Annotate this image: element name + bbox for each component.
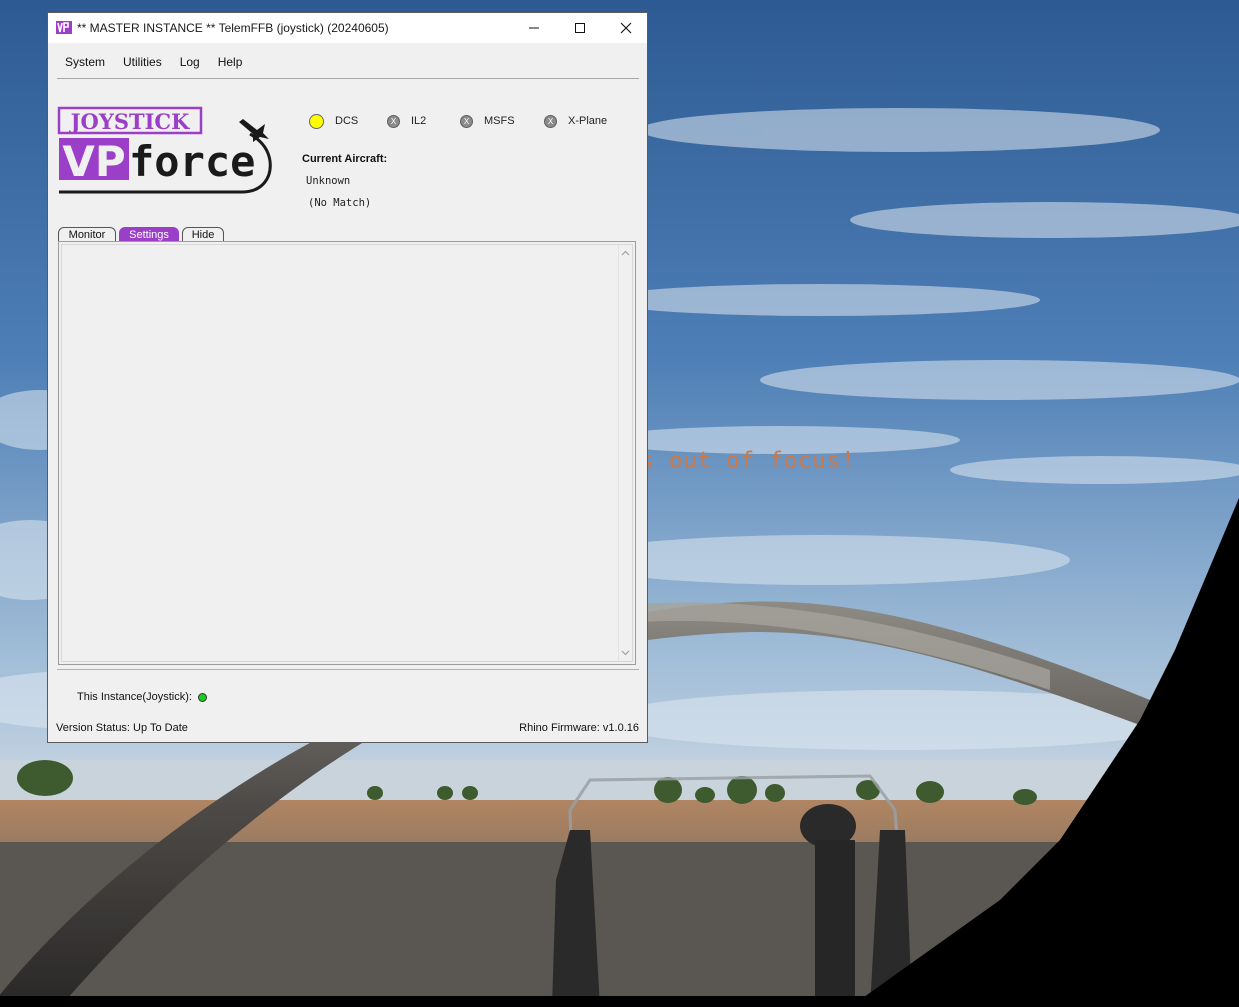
menu-bar: System Utilities Log Help bbox=[56, 51, 251, 75]
sim-xplane: X X-Plane bbox=[544, 111, 607, 131]
sim-il2: X IL2 bbox=[387, 111, 426, 131]
sim-dcs-label: DCS bbox=[335, 115, 359, 127]
sim-il2-label: IL2 bbox=[411, 115, 427, 127]
current-aircraft-label: Current Aircraft: bbox=[302, 153, 388, 165]
msfs-status-icon: X bbox=[460, 114, 473, 128]
instance-status-icon bbox=[198, 693, 207, 702]
tab-settings[interactable]: Settings bbox=[119, 227, 179, 241]
aircraft-name: Unknown bbox=[306, 175, 351, 187]
scroll-up-icon[interactable] bbox=[621, 249, 630, 258]
instance-label: This Instance(Joystick): bbox=[77, 691, 192, 703]
maximize-icon bbox=[575, 23, 585, 33]
il2-status-icon: X bbox=[387, 114, 400, 128]
tab-hide[interactable]: Hide bbox=[182, 227, 224, 241]
minimize-button[interactable] bbox=[511, 13, 557, 43]
logo-vp-text: VP bbox=[62, 137, 125, 186]
window-title: ** MASTER INSTANCE ** TelemFFB (joystick… bbox=[77, 21, 389, 35]
menu-log[interactable]: Log bbox=[171, 51, 209, 75]
close-button[interactable] bbox=[603, 13, 649, 43]
menu-help[interactable]: Help bbox=[209, 51, 252, 75]
sim-msfs-label: MSFS bbox=[484, 115, 515, 127]
settings-panel[interactable] bbox=[58, 241, 636, 665]
settings-content-area bbox=[61, 244, 633, 662]
xplane-status-icon: X bbox=[544, 114, 557, 128]
telemffb-window[interactable]: ** MASTER INSTANCE ** TelemFFB (joystick… bbox=[47, 12, 648, 743]
dcs-status-icon bbox=[309, 113, 324, 129]
vertical-scrollbar[interactable] bbox=[618, 245, 632, 661]
scroll-down-icon[interactable] bbox=[621, 648, 630, 657]
app-icon bbox=[56, 21, 72, 34]
aircraft-match-status: (No Match) bbox=[308, 197, 372, 209]
title-bar[interactable]: ** MASTER INSTANCE ** TelemFFB (joystick… bbox=[48, 13, 647, 43]
footer-divider bbox=[57, 669, 639, 670]
firmware-version: Rhino Firmware: v1.0.16 bbox=[519, 722, 639, 734]
menu-system[interactable]: System bbox=[56, 51, 114, 75]
logo-force-text: force bbox=[129, 137, 255, 186]
focus-warning-text: s out of focus! bbox=[640, 448, 856, 474]
tab-monitor[interactable]: Monitor bbox=[58, 227, 116, 241]
menu-divider bbox=[57, 78, 639, 79]
version-status: Version Status: Up To Date bbox=[56, 722, 188, 734]
vpforce-joystick-logo: JOYSTICK VP force bbox=[57, 106, 272, 194]
sim-msfs: X MSFS bbox=[460, 111, 515, 131]
logo-joystick-text: JOYSTICK bbox=[69, 109, 191, 134]
sim-xplane-label: X-Plane bbox=[568, 115, 608, 127]
maximize-button[interactable] bbox=[557, 13, 603, 43]
close-icon bbox=[620, 22, 632, 34]
sim-dcs: DCS bbox=[309, 111, 358, 131]
menu-utilities[interactable]: Utilities bbox=[114, 51, 171, 75]
minimize-icon bbox=[529, 27, 539, 29]
